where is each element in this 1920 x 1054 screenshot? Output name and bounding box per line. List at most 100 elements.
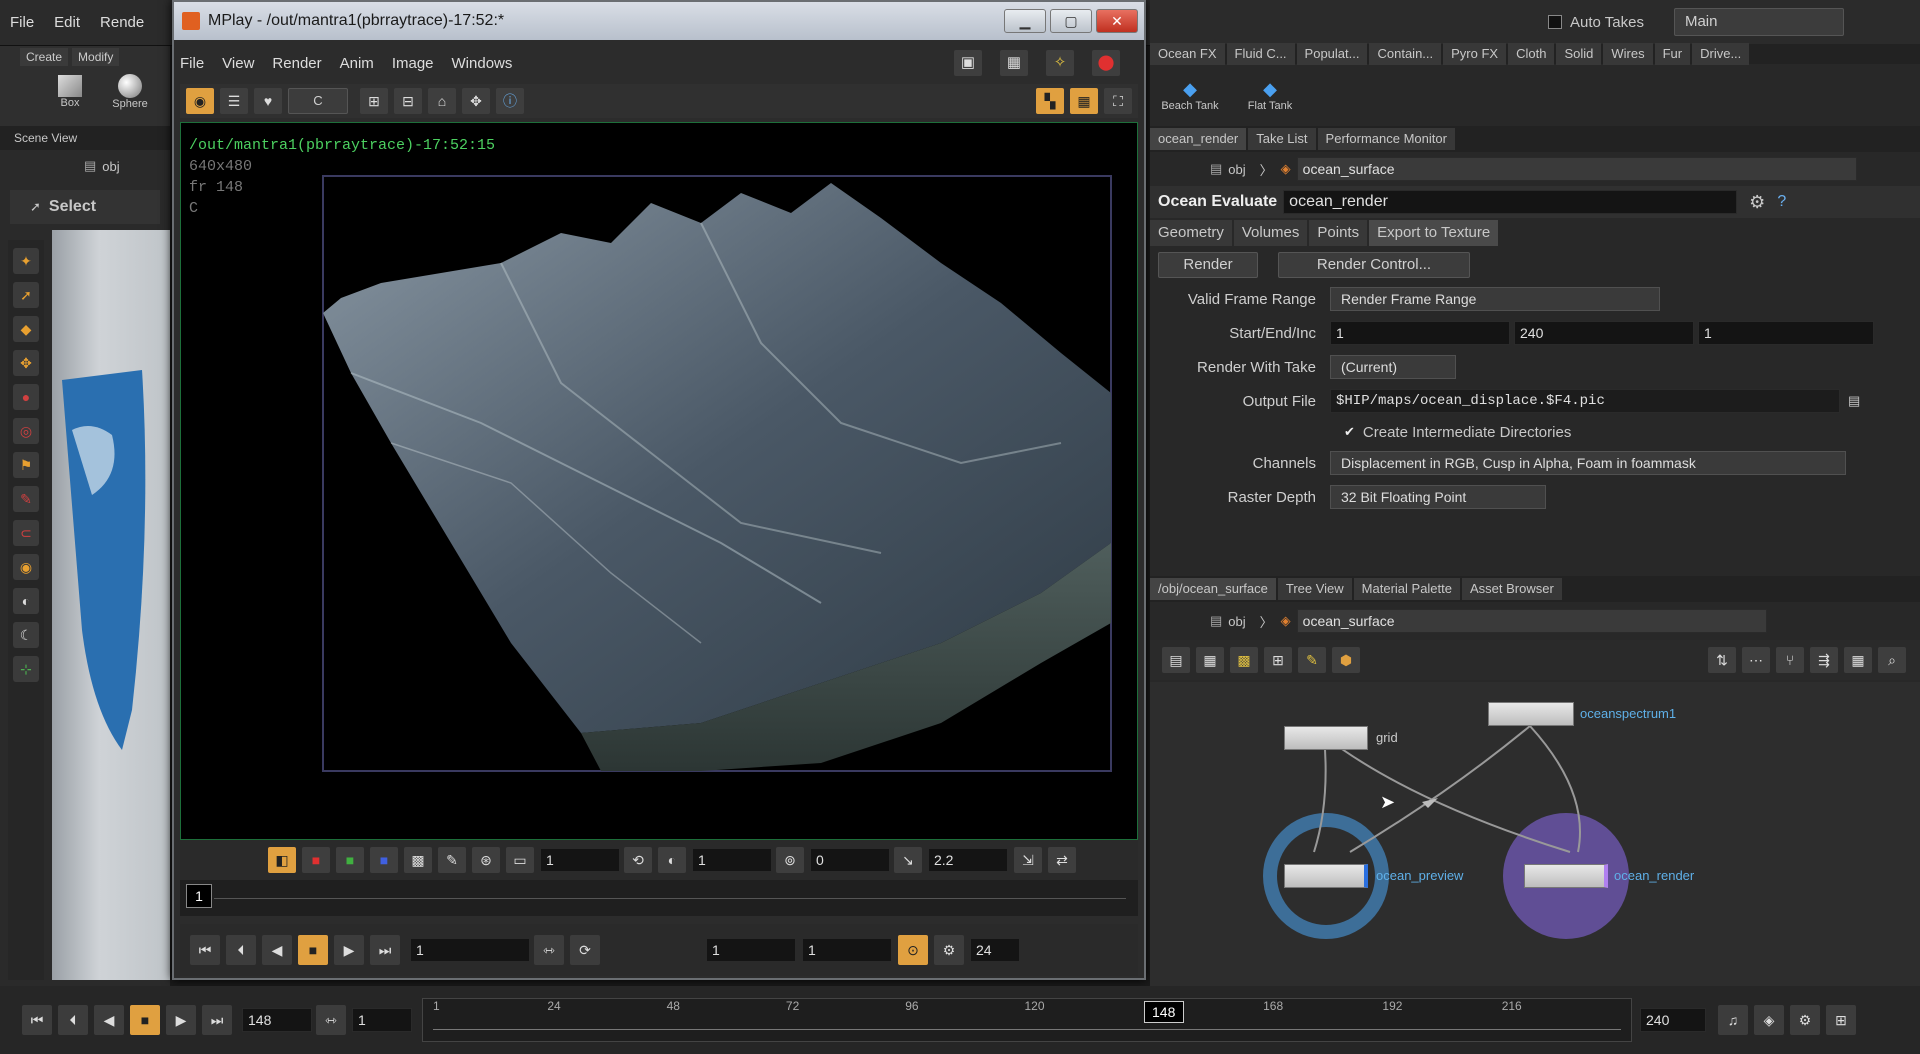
mplay-frame-field[interactable]: 1 bbox=[410, 938, 530, 962]
flat-tank-tool[interactable]: ◆ Flat Tank bbox=[1230, 79, 1310, 112]
select-tool-label[interactable]: Select bbox=[49, 198, 96, 216]
mplay-menu-render[interactable]: Render bbox=[272, 55, 321, 72]
compare-icon[interactable]: ⇄ bbox=[1048, 847, 1076, 873]
alpha-channel-icon[interactable]: ▩ bbox=[404, 847, 432, 873]
lut-icon[interactable]: ▭ bbox=[506, 847, 534, 873]
fullscreen-icon[interactable]: ⛶ bbox=[1104, 88, 1132, 114]
channels-select[interactable]: Displacement in RGB, Cusp in Alpha, Foam… bbox=[1330, 451, 1846, 475]
mplay-timeline[interactable]: 1 bbox=[180, 880, 1138, 916]
magnet-tool-icon[interactable]: ⊂ bbox=[13, 520, 39, 546]
help-icon[interactable]: ? bbox=[1777, 193, 1786, 211]
color-correct-icon[interactable]: ◧ bbox=[268, 847, 296, 873]
tab-scene-view[interactable]: Scene View bbox=[14, 131, 77, 145]
param-path-node[interactable]: ocean_surface bbox=[1296, 157, 1857, 181]
reset-icon[interactable]: ⟲ bbox=[624, 847, 652, 873]
ocean-preview-node[interactable] bbox=[1284, 864, 1368, 888]
mplay-menu-image[interactable]: Image bbox=[392, 55, 434, 72]
channel-select[interactable]: C bbox=[288, 88, 348, 114]
view-tool-icon[interactable]: ◉ bbox=[13, 554, 39, 580]
main-jump-start-icon[interactable]: ⏮ bbox=[22, 1005, 52, 1035]
sphere-tool[interactable]: Sphere bbox=[100, 74, 160, 110]
menu-render[interactable]: Rende bbox=[100, 14, 144, 31]
blue-channel-icon[interactable]: ■ bbox=[370, 847, 398, 873]
handle-tool-icon[interactable]: ⚑ bbox=[13, 452, 39, 478]
net-flow-icon[interactable]: ⇅ bbox=[1708, 647, 1736, 673]
jump-start-icon[interactable]: ⏮ bbox=[190, 935, 220, 965]
info-icon[interactable]: ⓘ bbox=[496, 88, 524, 114]
shelf-tab-cloth[interactable]: Cloth bbox=[1508, 43, 1555, 65]
zoom-out-icon[interactable]: ⊟ bbox=[394, 88, 422, 114]
select-tool-icon[interactable]: ➚ bbox=[13, 282, 39, 308]
net-search-icon[interactable]: ⌕ bbox=[1878, 647, 1906, 673]
current-frame-field[interactable]: 148 bbox=[242, 1008, 312, 1032]
camera-tool-icon[interactable]: ◐ bbox=[13, 588, 39, 614]
file-browse-icon[interactable]: ▤ bbox=[1848, 393, 1860, 409]
timeline-current-frame[interactable]: 148 bbox=[1143, 1001, 1184, 1023]
brightness-icon[interactable]: ◐ bbox=[658, 847, 686, 873]
red-channel-icon[interactable]: ■ bbox=[302, 847, 330, 873]
maximize-icon[interactable]: ▢ bbox=[1050, 9, 1092, 33]
mplay-titlebar[interactable]: MPlay - /out/mantra1(pbrraytrace)-17:52:… bbox=[174, 2, 1144, 40]
stop-icon[interactable]: ■ bbox=[298, 935, 328, 965]
inc-field[interactable]: 1 bbox=[1698, 321, 1874, 345]
brightness-field[interactable]: 1 bbox=[692, 848, 772, 872]
scale-tool-icon[interactable]: ◎ bbox=[13, 418, 39, 444]
mplay-menu-windows[interactable]: Windows bbox=[452, 55, 513, 72]
mplay-menu-file[interactable]: File bbox=[180, 55, 204, 72]
grid-node[interactable] bbox=[1284, 726, 1368, 750]
subtab-volumes[interactable]: Volumes bbox=[1233, 220, 1308, 246]
net-path-node[interactable]: ocean_surface bbox=[1296, 609, 1767, 633]
main-play-forward-icon[interactable]: ▶ bbox=[166, 1005, 196, 1035]
main-range-icon[interactable]: ⇿ bbox=[316, 1005, 346, 1035]
net-dots-icon[interactable]: ⋯ bbox=[1742, 647, 1770, 673]
eyedropper-icon[interactable]: ✎ bbox=[438, 847, 466, 873]
mplay-fps-field[interactable]: 24 bbox=[970, 938, 1020, 962]
mplay-menu-anim[interactable]: Anim bbox=[340, 55, 374, 72]
keys-icon[interactable]: ◈ bbox=[1754, 1005, 1784, 1035]
net-align-icon[interactable]: ⇶ bbox=[1810, 647, 1838, 673]
subtab-geometry[interactable]: Geometry bbox=[1150, 220, 1232, 246]
start-field[interactable]: 1 bbox=[1330, 321, 1510, 345]
brush-tool-icon[interactable]: ✎ bbox=[13, 486, 39, 512]
pose-tool-icon[interactable]: ✦ bbox=[13, 248, 39, 274]
ctrl-field-1[interactable]: 1 bbox=[540, 848, 620, 872]
shelf-tab-wires[interactable]: Wires bbox=[1603, 43, 1653, 65]
end-field[interactable]: 240 bbox=[1514, 321, 1694, 345]
net-tile-icon[interactable]: ▦ bbox=[1196, 647, 1224, 673]
step-back-icon[interactable]: ⏴ bbox=[226, 935, 256, 965]
main-jump-end-icon[interactable]: ⏭ bbox=[202, 1005, 232, 1035]
shelf-tab-container[interactable]: Contain... bbox=[1369, 43, 1442, 65]
beach-tank-tool[interactable]: ◆ Beach Tank bbox=[1150, 79, 1230, 112]
zoom-in-icon[interactable]: ⊞ bbox=[360, 88, 388, 114]
offset-icon[interactable]: ⊚ bbox=[776, 847, 804, 873]
tab-asset-browser[interactable]: Asset Browser bbox=[1462, 578, 1562, 600]
tab-tree-view[interactable]: Tree View bbox=[1277, 578, 1352, 600]
global-anim-icon[interactable]: ⊞ bbox=[1826, 1005, 1856, 1035]
gear-icon[interactable]: ⚙ bbox=[1749, 192, 1765, 213]
main-timeline[interactable]: 1 24 48 72 96 120 168 192 216 148 bbox=[422, 998, 1632, 1042]
grid-1-icon[interactable]: ▚ bbox=[1036, 88, 1064, 114]
render-with-take-select[interactable]: (Current) bbox=[1330, 355, 1456, 379]
shelf-tab-ocean-fx[interactable]: Ocean FX bbox=[1150, 43, 1225, 65]
offset-field[interactable]: 0 bbox=[810, 848, 890, 872]
subtab-export-to-texture[interactable]: Export to Texture bbox=[1369, 220, 1499, 246]
shelf-tab-populate[interactable]: Populat... bbox=[1296, 43, 1368, 65]
range-toggle-icon[interactable]: ⇿ bbox=[534, 935, 564, 965]
shelf-tab-solid[interactable]: Solid bbox=[1556, 43, 1602, 65]
net-branch-icon[interactable]: ⑂ bbox=[1776, 647, 1804, 673]
tab-ocean-render[interactable]: ocean_render bbox=[1150, 128, 1247, 150]
create-dirs-checkbox[interactable]: ✔ bbox=[1344, 424, 1355, 440]
mplay-end-field[interactable]: 1 bbox=[802, 938, 892, 962]
raster-depth-select[interactable]: 32 Bit Floating Point bbox=[1330, 485, 1546, 509]
gamma-icon[interactable]: ↘ bbox=[894, 847, 922, 873]
move-tool-icon[interactable]: ✥ bbox=[13, 350, 39, 376]
shelf-tab-drive[interactable]: Drive... bbox=[1692, 43, 1750, 65]
param-path-root[interactable]: obj bbox=[1228, 162, 1245, 177]
network-editor[interactable]: grid oceanspectrum1 ocean_preview ocean_… bbox=[1150, 682, 1920, 986]
export-icon[interactable]: ⇲ bbox=[1014, 847, 1042, 873]
tab-obj-ocean-surface[interactable]: /obj/ocean_surface bbox=[1150, 578, 1276, 600]
tab-take-list[interactable]: Take List bbox=[1248, 128, 1316, 150]
minimize-icon[interactable]: ▁ bbox=[1004, 9, 1046, 33]
lasso-tool-icon[interactable]: ◆ bbox=[13, 316, 39, 342]
light-tool-icon[interactable]: ☾ bbox=[13, 622, 39, 648]
